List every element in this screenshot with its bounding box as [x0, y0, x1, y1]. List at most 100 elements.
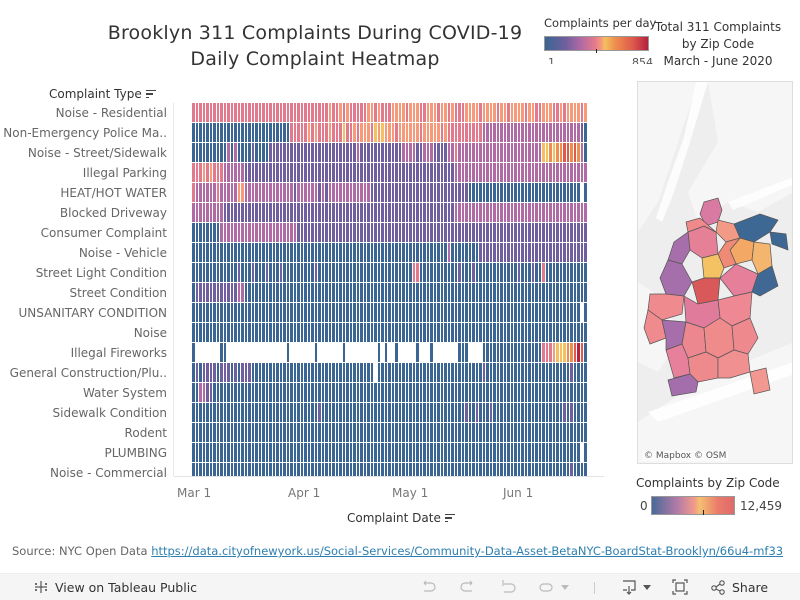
heatmap-cell[interactable] [192, 343, 195, 362]
heatmap-cell[interactable] [325, 403, 328, 422]
heatmap-cell[interactable] [223, 443, 227, 462]
heatmap-cell[interactable] [465, 103, 468, 122]
heatmap-cell[interactable] [580, 463, 584, 476]
heatmap-cell[interactable] [545, 363, 549, 382]
heatmap-cell[interactable] [213, 283, 216, 302]
heatmap-cell[interactable] [475, 223, 479, 242]
heatmap-cell[interactable] [503, 243, 507, 262]
heatmap-cell[interactable] [216, 103, 220, 122]
heatmap-cell[interactable] [377, 123, 381, 142]
heatmap-cell[interactable] [360, 383, 363, 402]
heatmap-cell[interactable] [388, 183, 391, 202]
heatmap-cell[interactable] [223, 463, 227, 476]
heatmap-cell[interactable] [447, 243, 451, 262]
heatmap-cell[interactable] [454, 443, 458, 462]
heatmap-cell[interactable] [535, 163, 538, 182]
heatmap-cell[interactable] [223, 103, 227, 122]
heatmap-cell[interactable] [468, 323, 472, 342]
heatmap-cell[interactable] [262, 363, 265, 382]
heatmap-cell[interactable] [199, 283, 202, 302]
heatmap-cell[interactable] [244, 243, 248, 262]
heatmap-cell[interactable] [419, 163, 423, 182]
heatmap-cell[interactable] [503, 163, 507, 182]
heatmap-cell[interactable] [580, 363, 584, 382]
heatmap-cell[interactable] [269, 163, 272, 182]
heatmap-cell[interactable] [545, 423, 549, 442]
heatmap-cell[interactable] [451, 383, 454, 402]
heatmap-cell[interactable] [531, 183, 535, 202]
heatmap-cell[interactable] [570, 383, 573, 402]
heatmap-cell[interactable] [475, 203, 479, 222]
heatmap-cell[interactable] [360, 263, 363, 282]
heatmap-cell[interactable] [230, 423, 234, 442]
heatmap-cell[interactable] [311, 463, 314, 476]
heatmap-cell[interactable] [528, 303, 531, 322]
heatmap-cell[interactable] [321, 243, 325, 262]
heatmap-cell[interactable] [377, 283, 381, 302]
heatmap-cell[interactable] [349, 143, 353, 162]
heatmap-cell[interactable] [307, 323, 311, 342]
heatmap-cell[interactable] [500, 103, 503, 122]
heatmap-cell[interactable] [202, 263, 206, 282]
heatmap-cell[interactable] [395, 403, 398, 422]
heatmap-cell[interactable] [258, 283, 262, 302]
heatmap-cell[interactable] [216, 403, 220, 422]
heatmap-cell[interactable] [570, 423, 573, 442]
heatmap-cell[interactable] [199, 103, 202, 122]
heatmap-cell[interactable] [206, 303, 209, 322]
heatmap-cell[interactable] [528, 123, 531, 142]
heatmap-cell[interactable] [468, 143, 472, 162]
heatmap-cell[interactable] [538, 443, 542, 462]
heatmap-cell[interactable] [304, 243, 307, 262]
heatmap-cell[interactable] [433, 243, 437, 262]
heatmap-cell[interactable] [192, 203, 195, 222]
heatmap-cell[interactable] [213, 183, 216, 202]
heatmap-cell[interactable] [223, 423, 227, 442]
heatmap-cell[interactable] [353, 463, 356, 476]
heatmap-cell[interactable] [377, 243, 381, 262]
heatmap-cell[interactable] [370, 163, 374, 182]
heatmap-cell[interactable] [570, 363, 573, 382]
heatmap-cell[interactable] [517, 343, 521, 362]
heatmap-cell[interactable] [342, 283, 346, 302]
heatmap-cell[interactable] [468, 183, 472, 202]
heatmap-cell[interactable] [195, 423, 199, 442]
heatmap-cell[interactable] [451, 263, 454, 282]
heatmap-cell[interactable] [332, 263, 335, 282]
heatmap-cell[interactable] [325, 463, 328, 476]
heatmap-cell[interactable] [370, 103, 374, 122]
heatmap-cell[interactable] [388, 463, 391, 476]
heatmap-cell[interactable] [416, 323, 419, 342]
heatmap-cell[interactable] [472, 403, 475, 422]
heatmap-cell[interactable] [486, 363, 489, 382]
heatmap-cell[interactable] [402, 123, 405, 142]
heatmap-cell[interactable] [255, 443, 258, 462]
heatmap-cell[interactable] [339, 463, 342, 476]
heatmap-cell[interactable] [195, 263, 199, 282]
heatmap-cell[interactable] [304, 283, 307, 302]
heatmap-cell[interactable] [444, 303, 447, 322]
heatmap-cell[interactable] [451, 223, 454, 242]
heatmap-cell[interactable] [293, 263, 297, 282]
heatmap-cell[interactable] [503, 203, 507, 222]
heatmap-cell[interactable] [192, 263, 195, 282]
heatmap-cell[interactable] [377, 383, 381, 402]
heatmap-cell[interactable] [353, 403, 356, 422]
heatmap-cell[interactable] [265, 423, 269, 442]
heatmap-cell[interactable] [489, 103, 493, 122]
zip-code-map[interactable]: © Mapbox © OSM [637, 81, 793, 464]
heatmap-cell[interactable] [202, 243, 206, 262]
heatmap-cell[interactable] [521, 223, 524, 242]
heatmap-cell[interactable] [321, 323, 325, 342]
heatmap-cell[interactable] [514, 243, 517, 262]
heatmap-cell[interactable] [283, 243, 286, 262]
heatmap-cell[interactable] [482, 163, 486, 182]
heatmap-cell[interactable] [297, 243, 300, 262]
heatmap-cell[interactable] [531, 243, 535, 262]
heatmap-cell[interactable] [300, 323, 304, 342]
heatmap-cell[interactable] [409, 303, 412, 322]
heatmap-cell[interactable] [342, 343, 346, 362]
heatmap-cell[interactable] [311, 383, 314, 402]
heatmap-cell[interactable] [510, 463, 514, 476]
heatmap-cell[interactable] [468, 163, 472, 182]
